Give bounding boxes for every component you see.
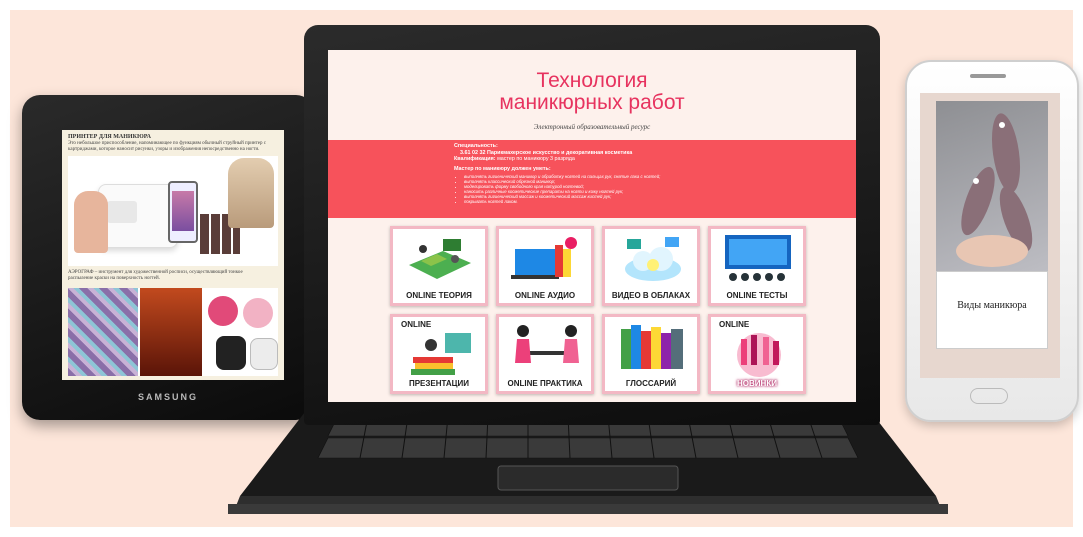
cloud-video-icon bbox=[625, 237, 681, 281]
tablet-airbrush-text: АЭРОГРАФ – инструмент для художественной… bbox=[68, 270, 243, 281]
manicure-practice-icon bbox=[515, 325, 579, 363]
title-line-1: Технология bbox=[536, 69, 648, 92]
tablet-printer-section: ПРИНТЕР ДЛЯ МАНИКЮРА Это небольшое присп… bbox=[68, 134, 278, 153]
tile-label: ГЛОССАРИЙ bbox=[625, 379, 677, 388]
skills-list: выполнять гигиенический маникюр и обрабо… bbox=[464, 174, 784, 204]
tile-online-theory[interactable]: ONLINE ТЕОРИЯ bbox=[390, 226, 488, 306]
nail-samples bbox=[68, 288, 138, 376]
page-subtitle: Электронный образовательный ресурс bbox=[533, 123, 651, 131]
tile-label: ONLINE ТЕСТЫ bbox=[726, 291, 788, 300]
tile-label: НОВИНКИ bbox=[737, 379, 777, 388]
spec-value: 3.61 02 32 Парикмахерское искусство и де… bbox=[460, 149, 633, 156]
classroom-icon bbox=[409, 239, 471, 279]
tablet-printer-title: ПРИНТЕР ДЛЯ МАНИКЮРА bbox=[68, 134, 151, 140]
books-icon bbox=[621, 325, 683, 369]
info-text: Специальность: 3.61 02 32 Парикмахерское… bbox=[454, 143, 784, 204]
title-line-2: маникюрных работ bbox=[499, 91, 685, 114]
black-device bbox=[216, 336, 246, 370]
qual-label: Квалификация: bbox=[454, 156, 496, 162]
qual-value: мастер по маникюру 3 разряда bbox=[497, 156, 575, 162]
tile-top-label: ONLINE bbox=[401, 320, 432, 329]
phone-label: Виды маникюра bbox=[957, 300, 1027, 311]
tablet-printer-text: Это небольшое приспособление, напоминающ… bbox=[68, 141, 266, 152]
tile-news[interactable]: ONLINE НОВИНКИ bbox=[708, 314, 806, 394]
tile-label: ONLINE АУДИО bbox=[514, 291, 576, 300]
printer-image bbox=[68, 156, 278, 266]
cosmetics-icon bbox=[737, 333, 781, 377]
laptop-books-icon bbox=[511, 237, 577, 279]
test-screen-icon bbox=[725, 235, 791, 281]
white-device bbox=[250, 338, 278, 370]
light-pink-device bbox=[243, 298, 273, 328]
phone-image bbox=[168, 181, 198, 243]
tile-label: ONLINE ПРАКТИКА bbox=[507, 379, 583, 388]
tile-video-cloud[interactable]: ВИДЕО В ОБЛАКАХ bbox=[602, 226, 700, 306]
touchpad bbox=[497, 465, 679, 491]
pink-device bbox=[208, 296, 238, 326]
tile-label: ONLINE ТЕОРИЯ bbox=[406, 291, 472, 300]
laptop-screen: Технология маникюрных работ Электронный … bbox=[328, 50, 856, 402]
info-band: Специальность: 3.61 02 32 Парикмахерское… bbox=[328, 140, 856, 218]
tile-label: ВИДЕО В ОБЛАКАХ bbox=[611, 291, 691, 300]
tile-online-practice[interactable]: ONLINE ПРАКТИКА bbox=[496, 314, 594, 394]
nail-printer bbox=[98, 184, 178, 248]
menu-tiles: ONLINE ТЕОРИЯ ONLINE АУДИО ВИДЕО В ОБЛАК… bbox=[390, 226, 806, 394]
skills-heading: Мастер по маникюру должен уметь: bbox=[454, 165, 551, 172]
printer-device-image bbox=[228, 158, 274, 228]
page-title: Технология маникюрных работ bbox=[328, 70, 856, 114]
phone-home-button bbox=[970, 388, 1008, 404]
skill-item: покрывать ногтей лаком. bbox=[464, 199, 784, 204]
tablet-screen: ПРИНТЕР ДЛЯ МАНИКЮРА Это небольшое присп… bbox=[62, 130, 284, 380]
tile-online-tests[interactable]: ONLINE ТЕСТЫ bbox=[708, 226, 806, 306]
spec-label: Специальность: bbox=[454, 143, 498, 149]
phone-speaker bbox=[970, 74, 1006, 78]
presentation-icon bbox=[411, 333, 471, 375]
tile-label: ПРЕЗЕНТАЦИИ bbox=[408, 379, 470, 388]
tile-glossary[interactable]: ГЛОССАРИЙ bbox=[602, 314, 700, 394]
airbrush-photo bbox=[140, 288, 202, 376]
phone-screen: Виды маникюра bbox=[920, 93, 1060, 378]
nails-photo bbox=[936, 101, 1048, 271]
airbrush-image bbox=[68, 288, 278, 376]
tile-top-label: ONLINE bbox=[719, 320, 750, 329]
hand-image bbox=[74, 191, 108, 253]
tile-online-audio[interactable]: ONLINE АУДИО bbox=[496, 226, 594, 306]
phone-label-card: Виды маникюра bbox=[936, 271, 1048, 349]
tile-presentations[interactable]: ONLINE ПРЕЗЕНТАЦИИ bbox=[390, 314, 488, 394]
